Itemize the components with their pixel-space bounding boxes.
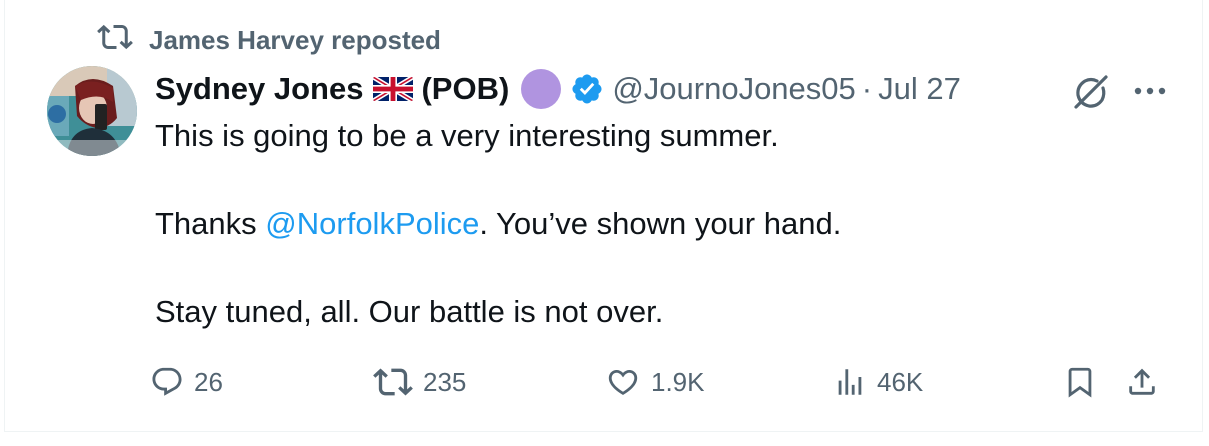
tweet-line-3: Stay tuned, all. Our battle is not over.: [155, 294, 664, 329]
tweet-header: Sydney Jones (POB) @JournoJones05 · Jul …: [155, 66, 961, 112]
tweet-text: This is going to be a very interesting s…: [155, 114, 1135, 334]
repost-icon: [373, 365, 413, 399]
bookmark-icon: [1063, 364, 1097, 400]
repost-count: 235: [423, 366, 467, 397]
repost-icon: [97, 22, 133, 59]
like-button[interactable]: 1.9K: [605, 362, 705, 402]
avatar[interactable]: [47, 66, 137, 156]
author-suffix[interactable]: (POB): [421, 71, 509, 107]
views-count: 46K: [877, 366, 924, 397]
uk-flag-icon: [373, 75, 414, 103]
reply-button[interactable]: 26: [150, 362, 223, 402]
more-options-icon[interactable]: [1130, 78, 1170, 104]
share-icon: [1125, 364, 1159, 400]
purple-circle-icon: [521, 69, 562, 109]
bookmark-button[interactable]: [1063, 362, 1097, 402]
author-handle[interactable]: @JournoJones05: [612, 71, 855, 107]
like-count: 1.9K: [651, 366, 705, 397]
action-bar: 26 235 1.9K 46K: [5, 362, 1204, 402]
reply-count: 26: [194, 366, 223, 397]
views-button[interactable]: 46K: [833, 362, 923, 402]
separator-dot: ·: [861, 71, 873, 106]
verified-badge-icon[interactable]: [570, 72, 604, 106]
like-heart-icon: [605, 365, 641, 399]
tweet-line-2: Thanks @NorfolkPolice. You’ve shown your…: [155, 202, 1135, 246]
repost-label[interactable]: James Harvey reposted: [149, 25, 441, 56]
tweet-line-2-suffix: . You’ve shown your hand.: [479, 206, 842, 241]
mention-link[interactable]: @NorfolkPolice: [265, 206, 479, 241]
tweet-line-1: This is going to be a very interesting s…: [155, 118, 779, 153]
author-display-name[interactable]: Sydney Jones: [155, 71, 363, 107]
grok-icon[interactable]: [1071, 72, 1111, 112]
repost-button[interactable]: 235: [373, 362, 466, 402]
tweet-card[interactable]: James Harvey reposted Sydney Jones (POB)…: [4, 0, 1203, 432]
views-analytics-icon: [833, 365, 867, 399]
tweet-line-2-prefix: Thanks: [155, 206, 266, 241]
reply-icon: [150, 365, 184, 399]
repost-context[interactable]: James Harvey reposted: [97, 24, 441, 56]
share-button[interactable]: [1125, 362, 1159, 402]
tweet-date[interactable]: Jul 27: [878, 71, 961, 107]
